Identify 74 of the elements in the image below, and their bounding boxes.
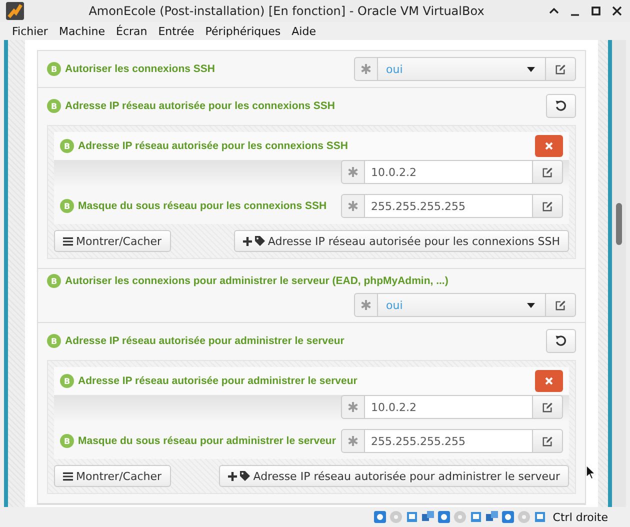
add-button[interactable]: Adresse IP réseau autorisée pour les connexions SSH bbox=[234, 230, 569, 252]
variable-badge: B bbox=[60, 139, 74, 153]
close-icon[interactable] bbox=[612, 6, 622, 16]
edit-button[interactable] bbox=[533, 194, 563, 218]
menu-icon bbox=[63, 472, 73, 480]
variable-label: Adresse IP réseau autorisée pour administrer le serveur bbox=[65, 335, 344, 347]
undo-icon bbox=[555, 100, 567, 112]
asterisk-icon bbox=[348, 436, 358, 446]
undo-icon bbox=[555, 335, 567, 347]
delete-button[interactable] bbox=[535, 370, 563, 392]
menu-item[interactable]: Fichier bbox=[12, 24, 48, 38]
variable-badge: B bbox=[60, 199, 74, 213]
variable-badge: B bbox=[60, 374, 74, 388]
menu-icon bbox=[63, 236, 73, 246]
edit-icon bbox=[542, 402, 553, 412]
asterisk-icon bbox=[348, 167, 358, 177]
text-field[interactable]: 255.255.255.255 bbox=[365, 194, 533, 218]
variable-badge: B bbox=[60, 434, 74, 448]
text-field[interactable]: 255.255.255.255 bbox=[365, 429, 533, 453]
monitor-icon[interactable] bbox=[468, 510, 483, 524]
edit-button[interactable] bbox=[533, 395, 563, 419]
edit-button[interactable] bbox=[546, 57, 576, 81]
menu-item[interactable]: Machine bbox=[58, 24, 105, 38]
menu-item[interactable]: Entrée bbox=[158, 24, 194, 38]
caret-icon bbox=[527, 66, 535, 72]
maximize-caret-icon[interactable] bbox=[549, 6, 559, 16]
menu-item[interactable]: Périphériques bbox=[205, 24, 281, 38]
scrollbar[interactable] bbox=[612, 40, 626, 507]
scrollbar-thumb[interactable] bbox=[616, 203, 622, 245]
close-icon bbox=[545, 377, 553, 385]
edit-icon bbox=[555, 64, 566, 74]
variable-label: Autoriser les connexions SSH bbox=[65, 63, 215, 75]
tag-icon bbox=[240, 471, 250, 481]
restore-icon[interactable] bbox=[591, 6, 601, 16]
asterisk-icon bbox=[361, 64, 371, 74]
delete-button[interactable] bbox=[535, 135, 563, 157]
entry-label: Masque du sous réseau pour les connexions SSH bbox=[78, 200, 327, 212]
variable-badge: B bbox=[47, 99, 61, 113]
edit-icon bbox=[542, 436, 553, 446]
app-icon bbox=[6, 2, 24, 20]
add-button[interactable]: Adresse IP réseau autorisée pour administrer le serveur bbox=[219, 465, 569, 487]
entry-label: Adresse IP réseau autorisée pour les connexions SSH bbox=[78, 140, 348, 152]
asterisk-icon bbox=[361, 300, 371, 310]
text-field[interactable]: 10.0.2.2 bbox=[365, 160, 533, 184]
edit-icon bbox=[555, 300, 566, 310]
variable-badge: B bbox=[47, 62, 61, 76]
reset-button[interactable] bbox=[546, 94, 576, 118]
tag-icon bbox=[254, 236, 265, 246]
variable-label: Autoriser les connexions pour administrer le serveur (EAD, phpMyAdmin, ...) bbox=[65, 275, 448, 287]
plus-icon bbox=[242, 236, 252, 246]
menu-item[interactable]: Écran bbox=[116, 24, 148, 38]
plus-icon bbox=[228, 472, 238, 480]
variable-badge: B bbox=[47, 334, 61, 348]
asterisk-icon bbox=[348, 402, 358, 412]
asterisk-icon bbox=[348, 201, 358, 211]
entry-label: Masque du sous réseau pour administrer le serveur bbox=[78, 435, 336, 447]
show-hide-button[interactable]: Montrer/Cacher bbox=[54, 230, 171, 252]
text-field[interactable]: 10.0.2.2 bbox=[365, 395, 533, 419]
variable-badge: B bbox=[47, 274, 61, 288]
screens-icon[interactable] bbox=[484, 510, 499, 524]
menu-item[interactable]: Aide bbox=[292, 24, 316, 38]
caret-icon bbox=[527, 302, 535, 308]
show-hide-button[interactable]: Montrer/Cacher bbox=[54, 465, 171, 487]
edit-icon bbox=[542, 166, 553, 178]
edit-button[interactable] bbox=[533, 429, 563, 453]
entry-label: Adresse IP réseau autorisée pour administrer le serveur bbox=[78, 375, 358, 387]
close-icon bbox=[545, 142, 553, 150]
edit-button[interactable] bbox=[546, 293, 576, 317]
reset-button[interactable] bbox=[546, 329, 576, 353]
window-title: AmonEcole (Post-installation) [En fonction] - Oracle VM VirtualBox bbox=[88, 4, 486, 18]
host-key-label: Ctrl droite bbox=[552, 510, 608, 524]
edit-button[interactable] bbox=[533, 160, 563, 184]
edit-icon bbox=[542, 200, 553, 212]
variable-label: Adresse IP réseau autorisée pour les connexions SSH bbox=[65, 100, 335, 112]
